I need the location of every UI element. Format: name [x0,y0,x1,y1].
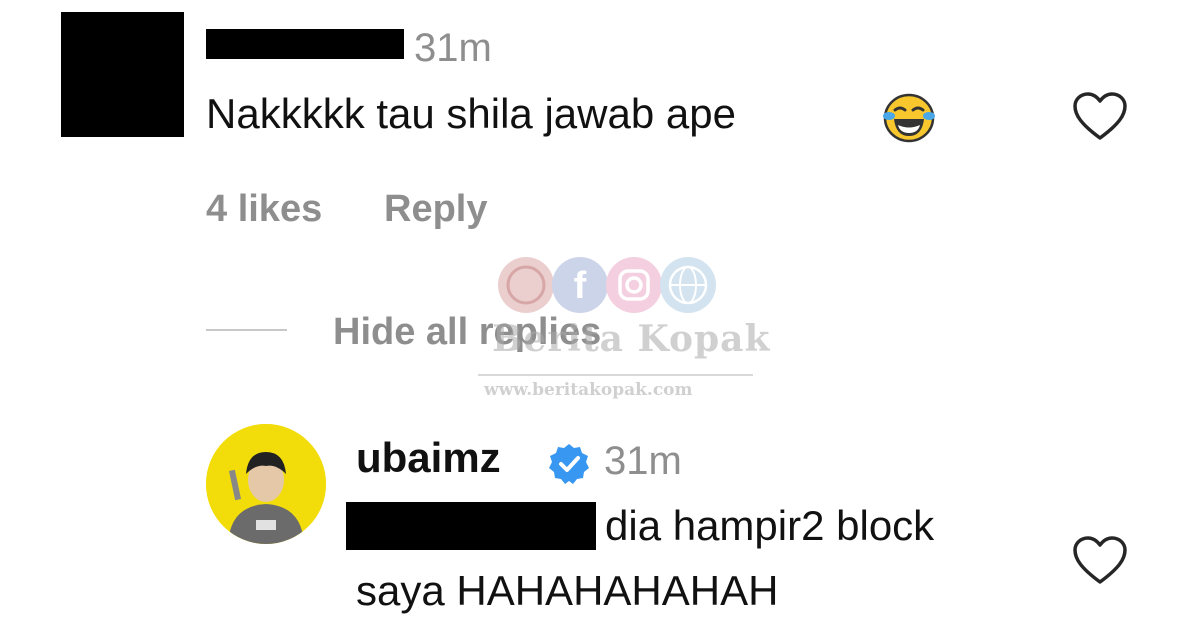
reply-timestamp: 31m [604,439,682,483]
like-heart-icon[interactable] [1071,90,1129,142]
reply-text-line1: dia hampir2 block [605,502,935,549]
reply-username[interactable]: ubaimz [356,437,501,479]
svg-text:f: f [574,265,587,307]
verified-badge-icon [549,444,589,484]
watermark-icons: f [498,257,716,313]
comment-text: Nakkkkk tau shila jawab ape [206,90,736,137]
watermark-rule [478,374,753,376]
likes-count[interactable]: 4 likes [206,190,322,228]
comment-timestamp: 31m [414,26,492,70]
watermark-title: Berita Kopak [492,318,771,360]
redacted-username [206,29,404,59]
comment-thread: 31m Nakkkkk tau shila jawab ape 4 likes … [0,0,1200,641]
avatar[interactable] [206,424,326,544]
redacted-avatar [61,12,184,137]
face-with-tears-of-joy-icon [883,93,935,143]
watermark-url: www.beritakopak.com [484,380,693,400]
reply-button[interactable]: Reply [384,190,487,228]
replies-divider [206,329,287,331]
reply-text-line2: saya HAHAHAHAHAH [356,567,779,614]
like-heart-icon[interactable] [1071,534,1129,586]
redacted-mention [346,502,596,550]
person-icon [206,424,326,544]
